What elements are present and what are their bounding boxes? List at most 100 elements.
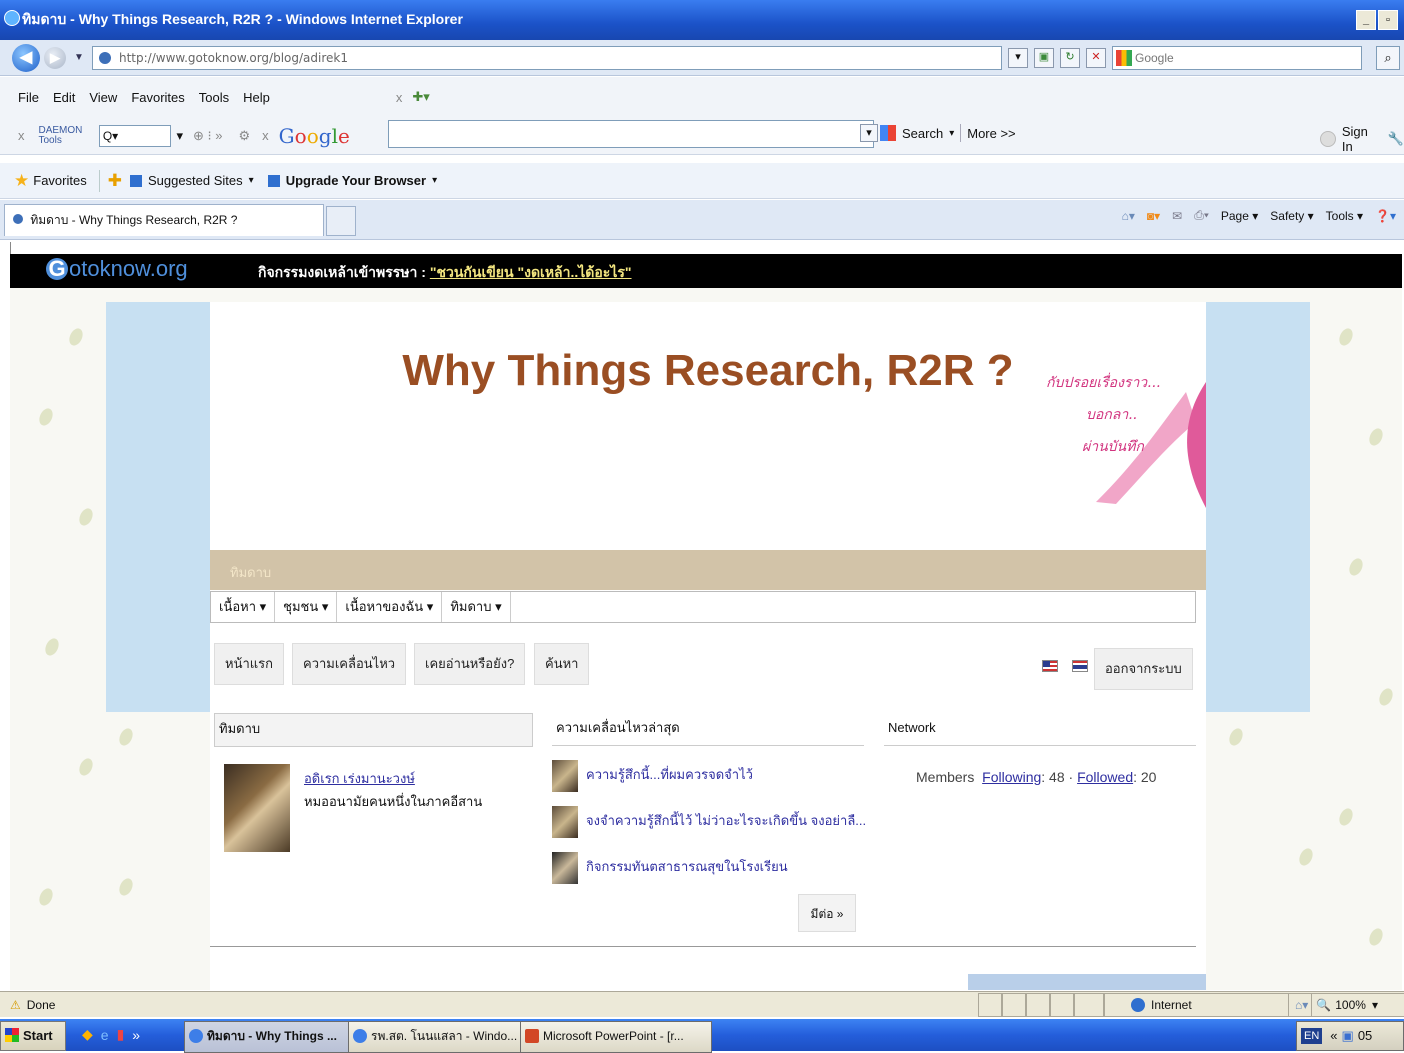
site-top-strip bbox=[10, 254, 1402, 288]
ie-quicklaunch-icon[interactable]: e bbox=[101, 1027, 109, 1043]
close-daemon-icon[interactable]: x bbox=[18, 128, 25, 143]
menu-content[interactable]: เนื้อหา ▾ bbox=[211, 592, 276, 622]
thai-flag-icon[interactable] bbox=[1072, 660, 1088, 672]
task-ie-active[interactable]: ทิมดาบ - Why Things ... bbox=[184, 1021, 368, 1053]
read-yet-button[interactable]: เคยอ่านหรือยัง? bbox=[414, 643, 526, 685]
home-icon[interactable]: ⌂▾ bbox=[1122, 209, 1135, 223]
print-icon[interactable]: ⎙▾ bbox=[1194, 208, 1209, 223]
task-powerpoint[interactable]: Microsoft PowerPoint - [r... bbox=[520, 1021, 712, 1053]
menu-file[interactable]: File bbox=[18, 90, 39, 105]
close-google-toolbar-icon[interactable]: x bbox=[262, 128, 269, 143]
menu-my-content[interactable]: เนื้อหาของฉัน ▾ bbox=[337, 592, 443, 622]
activity-thumbnail bbox=[552, 852, 578, 884]
forward-button[interactable]: ▶ bbox=[44, 47, 66, 69]
status-text: Done bbox=[26, 997, 56, 1012]
search-box[interactable]: Google bbox=[1112, 46, 1362, 70]
home-button[interactable]: หน้าแรก bbox=[214, 643, 284, 685]
suggested-sites-link[interactable]: Suggested Sites bbox=[148, 173, 243, 188]
start-button[interactable]: Start bbox=[0, 1021, 66, 1051]
search-icon[interactable]: ⌕ bbox=[1376, 46, 1400, 70]
dropdown-menu-bar: เนื้อหา ▾ ชุมชน ▾ เนื้อหาของฉัน ▾ ทิมดาบ… bbox=[210, 591, 1196, 623]
gotoknow-logo[interactable]: Gotoknow.org bbox=[46, 256, 188, 282]
beige-label[interactable]: ทิมดาบ bbox=[230, 562, 271, 583]
command-bar: ⌂▾ ◙▾ ✉ ⎙▾ Page ▾ Safety ▾ Tools ▾ ❓▾ bbox=[1122, 208, 1396, 223]
wrench-icon[interactable]: 🔧 bbox=[1388, 131, 1404, 147]
close-toolbar-icon[interactable]: x bbox=[396, 90, 403, 105]
daemon-search-dropdown[interactable]: Q▾ bbox=[98, 124, 171, 147]
beige-nav-bar: ทิมดาบ bbox=[210, 550, 1206, 590]
quicklaunch-more-icon[interactable]: » bbox=[132, 1027, 140, 1043]
favorites-button[interactable]: Favorites bbox=[33, 173, 86, 188]
logout-button[interactable]: ออกจากระบบ bbox=[1094, 648, 1193, 690]
page-menu[interactable]: Page ▾ bbox=[1221, 209, 1258, 223]
refresh-icon[interactable]: ↻ bbox=[1060, 48, 1080, 68]
compat-view-icon[interactable]: ▣ bbox=[1034, 48, 1054, 68]
google-search-input[interactable] bbox=[388, 120, 874, 148]
announce-link[interactable]: "ชวนกันเขียน "งดเหล้า..ได้อะไร" bbox=[430, 264, 632, 280]
task-ie-second[interactable]: รพ.สต. โนนแสลา - Windo... bbox=[348, 1021, 538, 1053]
back-button[interactable]: ◀ bbox=[12, 44, 40, 72]
english-flag-icon[interactable] bbox=[1042, 660, 1058, 672]
google-search-icon bbox=[880, 125, 896, 141]
settings-icon[interactable]: ⚙ bbox=[239, 128, 251, 144]
menu-tools[interactable]: Tools bbox=[199, 90, 229, 105]
tab-title: ทิมดาบ - Why Things Research, R2R ? bbox=[30, 213, 238, 227]
menu-help[interactable]: Help bbox=[243, 90, 270, 105]
window-title: ทิมดาบ - Why Things Research, R2R ? - Wi… bbox=[22, 11, 463, 27]
menu-view[interactable]: View bbox=[89, 90, 117, 105]
stop-icon[interactable]: ✕ bbox=[1086, 48, 1106, 68]
minimize-button[interactable]: _ bbox=[1356, 10, 1376, 30]
daemon-tools-label[interactable]: DAEMON Tools bbox=[39, 125, 89, 146]
upgrade-browser-link[interactable]: Upgrade Your Browser bbox=[286, 173, 426, 188]
quicklaunch-icon[interactable]: ◆ bbox=[82, 1026, 93, 1043]
maximize-button[interactable]: ▫ bbox=[1378, 10, 1398, 30]
google-query-dropdown-icon[interactable]: ▾ bbox=[860, 124, 878, 142]
clock: 05 bbox=[1357, 1028, 1373, 1043]
menu-edit[interactable]: Edit bbox=[53, 90, 75, 105]
tray-expand-icon[interactable]: « bbox=[1330, 1022, 1337, 1050]
quick-launch: ◆ e ▮ » bbox=[82, 1026, 140, 1043]
search-button[interactable]: ค้นหา bbox=[534, 643, 590, 685]
menu-timdab[interactable]: ทิมดาบ ▾ bbox=[442, 592, 511, 622]
announce-prefix: กิจกรรมงดเหล้าเข้าพรรษา : bbox=[258, 264, 426, 280]
mail-icon[interactable]: ✉ bbox=[1172, 209, 1182, 223]
google-search-button[interactable]: Search bbox=[902, 126, 943, 141]
globe-icon bbox=[1131, 998, 1145, 1012]
address-input[interactable]: http://www.gotoknow.org/blog/adirek1 bbox=[92, 46, 1002, 70]
addon-icon[interactable]: ✚▾ bbox=[412, 89, 429, 105]
tab-current[interactable]: ทิมดาบ - Why Things Research, R2R ? bbox=[4, 204, 324, 236]
activity-button[interactable]: ความเคลื่อนไหว bbox=[292, 643, 407, 685]
activity-thumbnail bbox=[552, 760, 578, 792]
add-favorite-icon[interactable]: ✚ bbox=[108, 171, 122, 191]
followed-link[interactable]: Followed bbox=[1077, 769, 1133, 785]
safety-menu[interactable]: Safety ▾ bbox=[1270, 209, 1313, 223]
menu-favorites[interactable]: Favorites bbox=[131, 90, 184, 105]
tools-menu[interactable]: Tools ▾ bbox=[1326, 209, 1363, 223]
system-tray: EN « ▣ 05 bbox=[1296, 1021, 1404, 1051]
address-dropdown-icon[interactable]: ▾ bbox=[1008, 48, 1028, 68]
avatar[interactable] bbox=[224, 764, 290, 852]
new-tab-button[interactable] bbox=[326, 206, 356, 236]
feeds-icon[interactable]: ◙▾ bbox=[1147, 209, 1160, 223]
ribbon-banner: กับปรอยเรื่องราว... บอกลา.. ผ่านบันทึก bbox=[1036, 352, 1206, 508]
more-button[interactable]: มีต่อ » bbox=[798, 894, 856, 932]
following-link[interactable]: Following bbox=[982, 769, 1041, 785]
more-button[interactable]: More >> bbox=[967, 126, 1015, 141]
language-indicator[interactable]: EN bbox=[1301, 1028, 1323, 1044]
search-placeholder: Google bbox=[1135, 51, 1174, 65]
sign-in-link[interactable]: Sign In bbox=[1342, 124, 1382, 154]
menu-bar: File Edit View Favorites Tools Help x ✚▾ bbox=[0, 77, 1404, 117]
history-dropdown-icon[interactable]: ▼ bbox=[74, 52, 84, 63]
profile-name-link[interactable]: อดิเรก เร่งมานะวงษ์ bbox=[304, 768, 415, 789]
menu-community[interactable]: ชุมชน ▾ bbox=[275, 592, 338, 622]
gotoknow-g-icon: G bbox=[46, 258, 68, 280]
zoom-control[interactable]: ⌂▾ 🔍 100% ▾ bbox=[1288, 993, 1404, 1017]
address-url: http://www.gotoknow.org/blog/adirek1 bbox=[119, 51, 348, 65]
protected-mode-icon: ⌂▾ bbox=[1295, 998, 1309, 1012]
daemon-dropdown-icon[interactable]: ▾ bbox=[177, 128, 184, 144]
network-tray-icon[interactable]: ▣ bbox=[1342, 1022, 1354, 1050]
help-icon[interactable]: ❓▾ bbox=[1375, 209, 1396, 223]
zoom-icon[interactable]: ⊕ ⁝ » bbox=[193, 128, 222, 144]
profile-column-header: ทิมดาบ bbox=[214, 713, 533, 747]
media-quicklaunch-icon[interactable]: ▮ bbox=[117, 1026, 125, 1043]
